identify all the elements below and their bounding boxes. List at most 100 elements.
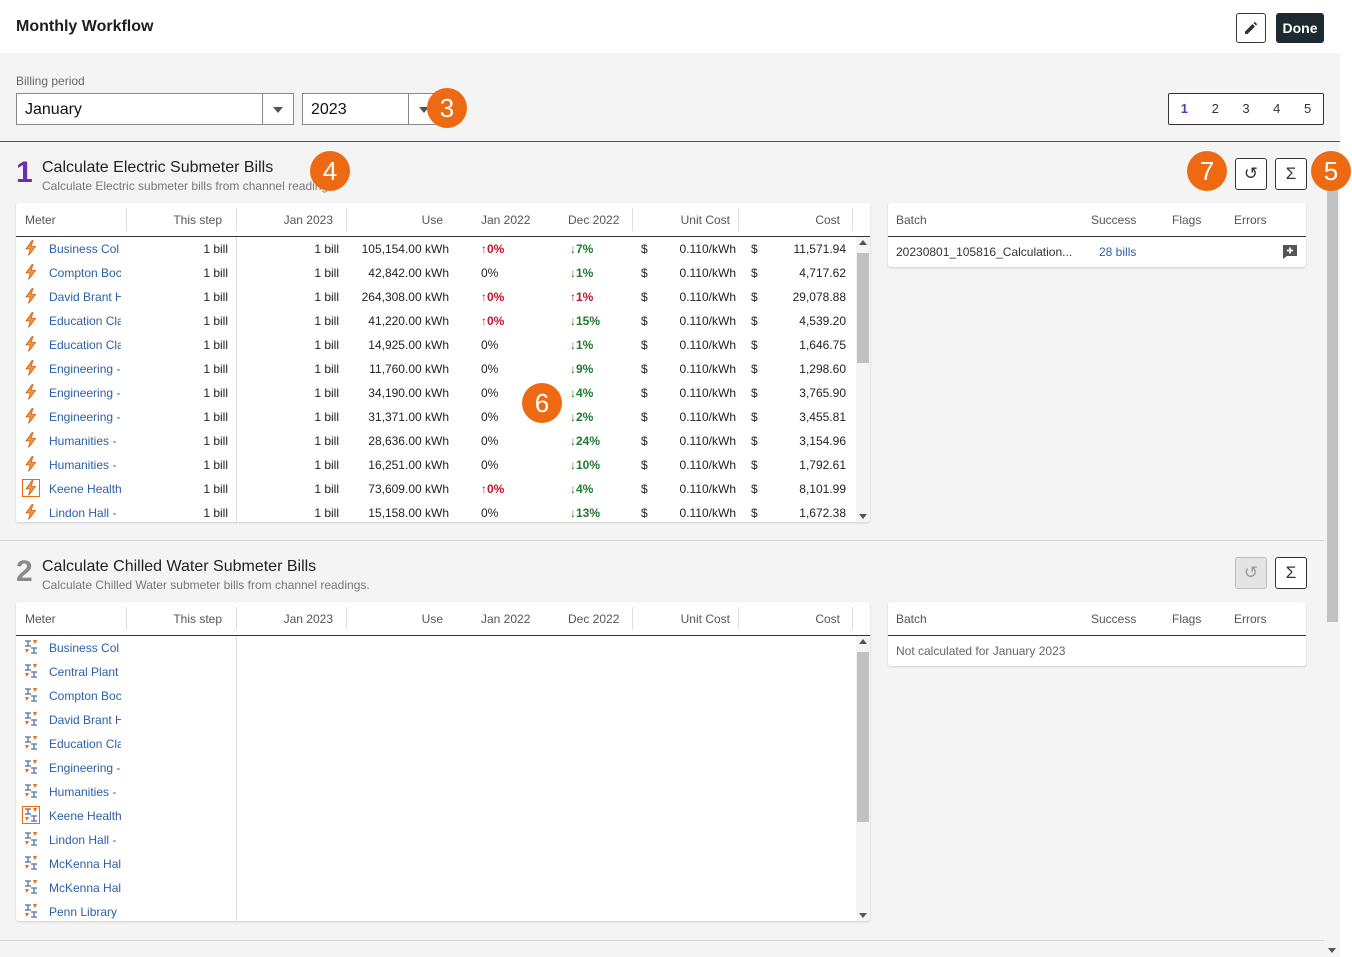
meter-link[interactable]: David Brant H xyxy=(49,713,121,727)
cost-currency: $ xyxy=(751,290,758,304)
col-cost[interactable]: Cost xyxy=(815,612,840,626)
col-dec2022[interactable]: Dec 2022 xyxy=(568,213,619,227)
col-unit-cost[interactable]: Unit Cost xyxy=(681,213,730,227)
unit-currency: $ xyxy=(641,482,648,496)
scroll-down-icon[interactable] xyxy=(1328,948,1336,953)
col-batch[interactable]: Batch xyxy=(896,213,927,227)
meter-link[interactable]: Lindon Hall - xyxy=(49,506,121,520)
col-meter[interactable]: Meter xyxy=(25,213,56,227)
meter-link[interactable]: Business Col xyxy=(49,641,121,655)
recalculate-button[interactable]: ↺ xyxy=(1235,158,1267,190)
meter-link[interactable]: McKenna Hal xyxy=(49,857,121,871)
col-cost[interactable]: Cost xyxy=(815,213,840,227)
meter-link[interactable]: Engineering - xyxy=(49,386,121,400)
scrollbar[interactable] xyxy=(856,636,870,921)
col-use[interactable]: Use xyxy=(422,612,443,626)
chilled-water-meter-icon xyxy=(25,832,37,846)
this-step-value: 1 bill xyxy=(203,458,228,472)
meter-link[interactable]: Education Cla xyxy=(49,737,121,751)
page-scroll-thumb[interactable] xyxy=(1327,182,1338,622)
pager-page-2[interactable]: 2 xyxy=(1200,94,1231,124)
meter-link[interactable]: Engineering - xyxy=(49,362,121,376)
summary-button[interactable]: Σ xyxy=(1275,158,1307,190)
table-row: McKenna Hal xyxy=(16,852,854,876)
col-batch[interactable]: Batch xyxy=(896,612,927,626)
chilled-water-meter-icon xyxy=(25,736,37,750)
meter-link[interactable]: Compton Boc xyxy=(49,266,121,280)
chilled-water-meter-icon xyxy=(25,688,37,702)
step2-batch-table: Batch Success Flags Errors Not calculate… xyxy=(888,602,1306,666)
use-value: 11,760.00 kWh xyxy=(369,362,449,376)
scroll-down-icon[interactable] xyxy=(859,913,867,918)
edit-button[interactable] xyxy=(1236,13,1266,43)
col-jan2022[interactable]: Jan 2022 xyxy=(481,612,530,626)
unit-currency: $ xyxy=(641,338,648,352)
col-errors[interactable]: Errors xyxy=(1234,612,1267,626)
step1-subtitle: Calculate Electric submeter bills from c… xyxy=(42,179,338,193)
comment-add-icon[interactable] xyxy=(1282,244,1298,263)
col-jan2022[interactable]: Jan 2022 xyxy=(481,213,530,227)
batch-name[interactable]: 20230801_105816_Calculation... xyxy=(896,245,1072,259)
meter-link[interactable]: Humanities - xyxy=(49,434,121,448)
meter-link[interactable]: Engineering - xyxy=(49,410,121,424)
table-row: Engineering - 1 bill 1 bill 34,190.00 kWh 0%… xyxy=(16,381,854,405)
col-unit-cost[interactable]: Unit Cost xyxy=(681,612,730,626)
col-dec2022[interactable]: Dec 2022 xyxy=(568,612,619,626)
col-use[interactable]: Use xyxy=(422,213,443,227)
meter-link[interactable]: Humanities - xyxy=(49,785,121,799)
meter-link[interactable]: Keene Health xyxy=(49,482,121,496)
col-sep xyxy=(738,607,739,630)
page-scrollbar[interactable] xyxy=(1325,142,1340,957)
batch-empty-message: Not calculated for January 2023 xyxy=(896,644,1066,658)
col-flags[interactable]: Flags xyxy=(1172,612,1201,626)
cost-currency: $ xyxy=(751,434,758,448)
meter-link[interactable]: Education Cla xyxy=(49,338,121,352)
year-value: 2023 xyxy=(311,101,347,118)
pager-page-5[interactable]: 5 xyxy=(1292,94,1323,124)
this-step-value: 1 bill xyxy=(203,410,228,424)
dec2022-change: ↓2% xyxy=(570,410,593,424)
chilled-water-meter-icon xyxy=(25,712,37,726)
scrollbar[interactable] xyxy=(856,237,870,522)
meter-link[interactable]: Keene Health xyxy=(49,809,121,823)
meter-link[interactable]: Central Plant xyxy=(49,665,121,679)
meter-link[interactable]: David Brant H xyxy=(49,290,121,304)
jan2023-value: 1 bill xyxy=(314,434,339,448)
pager-page-4[interactable]: 4 xyxy=(1261,94,1292,124)
meter-link[interactable]: Engineering - xyxy=(49,761,121,775)
year-select[interactable]: 2023 xyxy=(302,93,440,125)
dec2022-change-value: 1% xyxy=(576,338,594,352)
scroll-thumb[interactable] xyxy=(857,652,869,822)
col-meter[interactable]: Meter xyxy=(25,612,56,626)
col-this-step[interactable]: This step xyxy=(173,612,222,626)
col-errors[interactable]: Errors xyxy=(1234,213,1267,227)
pager-page-3[interactable]: 3 xyxy=(1231,94,1262,124)
cost-value: 3,455.81 xyxy=(799,410,846,424)
meter-link[interactable]: Humanities - xyxy=(49,458,121,472)
summary-button[interactable]: Σ xyxy=(1275,557,1307,589)
step1-number: 1 xyxy=(16,156,33,189)
scroll-down-icon[interactable] xyxy=(859,514,867,519)
meter-link[interactable]: McKenna Hal xyxy=(49,881,121,895)
scroll-thumb[interactable] xyxy=(857,253,869,363)
done-button[interactable]: Done xyxy=(1276,13,1324,43)
recalculate-button[interactable]: ↺ xyxy=(1235,557,1267,589)
col-success[interactable]: Success xyxy=(1091,213,1136,227)
col-this-step[interactable]: This step xyxy=(173,213,222,227)
pager-page-1[interactable]: 1 xyxy=(1169,94,1200,124)
dec2022-change-value: 2% xyxy=(576,410,594,424)
col-flags[interactable]: Flags xyxy=(1172,213,1201,227)
col-success[interactable]: Success xyxy=(1091,612,1136,626)
col-jan2023[interactable]: Jan 2023 xyxy=(284,612,333,626)
chevron-down-icon[interactable] xyxy=(262,94,293,124)
meter-link[interactable]: Education Cla xyxy=(49,314,121,328)
scroll-up-icon[interactable] xyxy=(859,639,867,644)
meter-link[interactable]: Penn Library xyxy=(49,905,121,919)
meter-link[interactable]: Business Col xyxy=(49,242,121,256)
meter-link[interactable]: Compton Boc xyxy=(49,689,121,703)
scroll-up-icon[interactable] xyxy=(859,240,867,245)
batch-success-link[interactable]: 28 bills xyxy=(1099,245,1136,259)
col-jan2023[interactable]: Jan 2023 xyxy=(284,213,333,227)
meter-link[interactable]: Lindon Hall - xyxy=(49,833,121,847)
month-select[interactable]: January xyxy=(16,93,294,125)
